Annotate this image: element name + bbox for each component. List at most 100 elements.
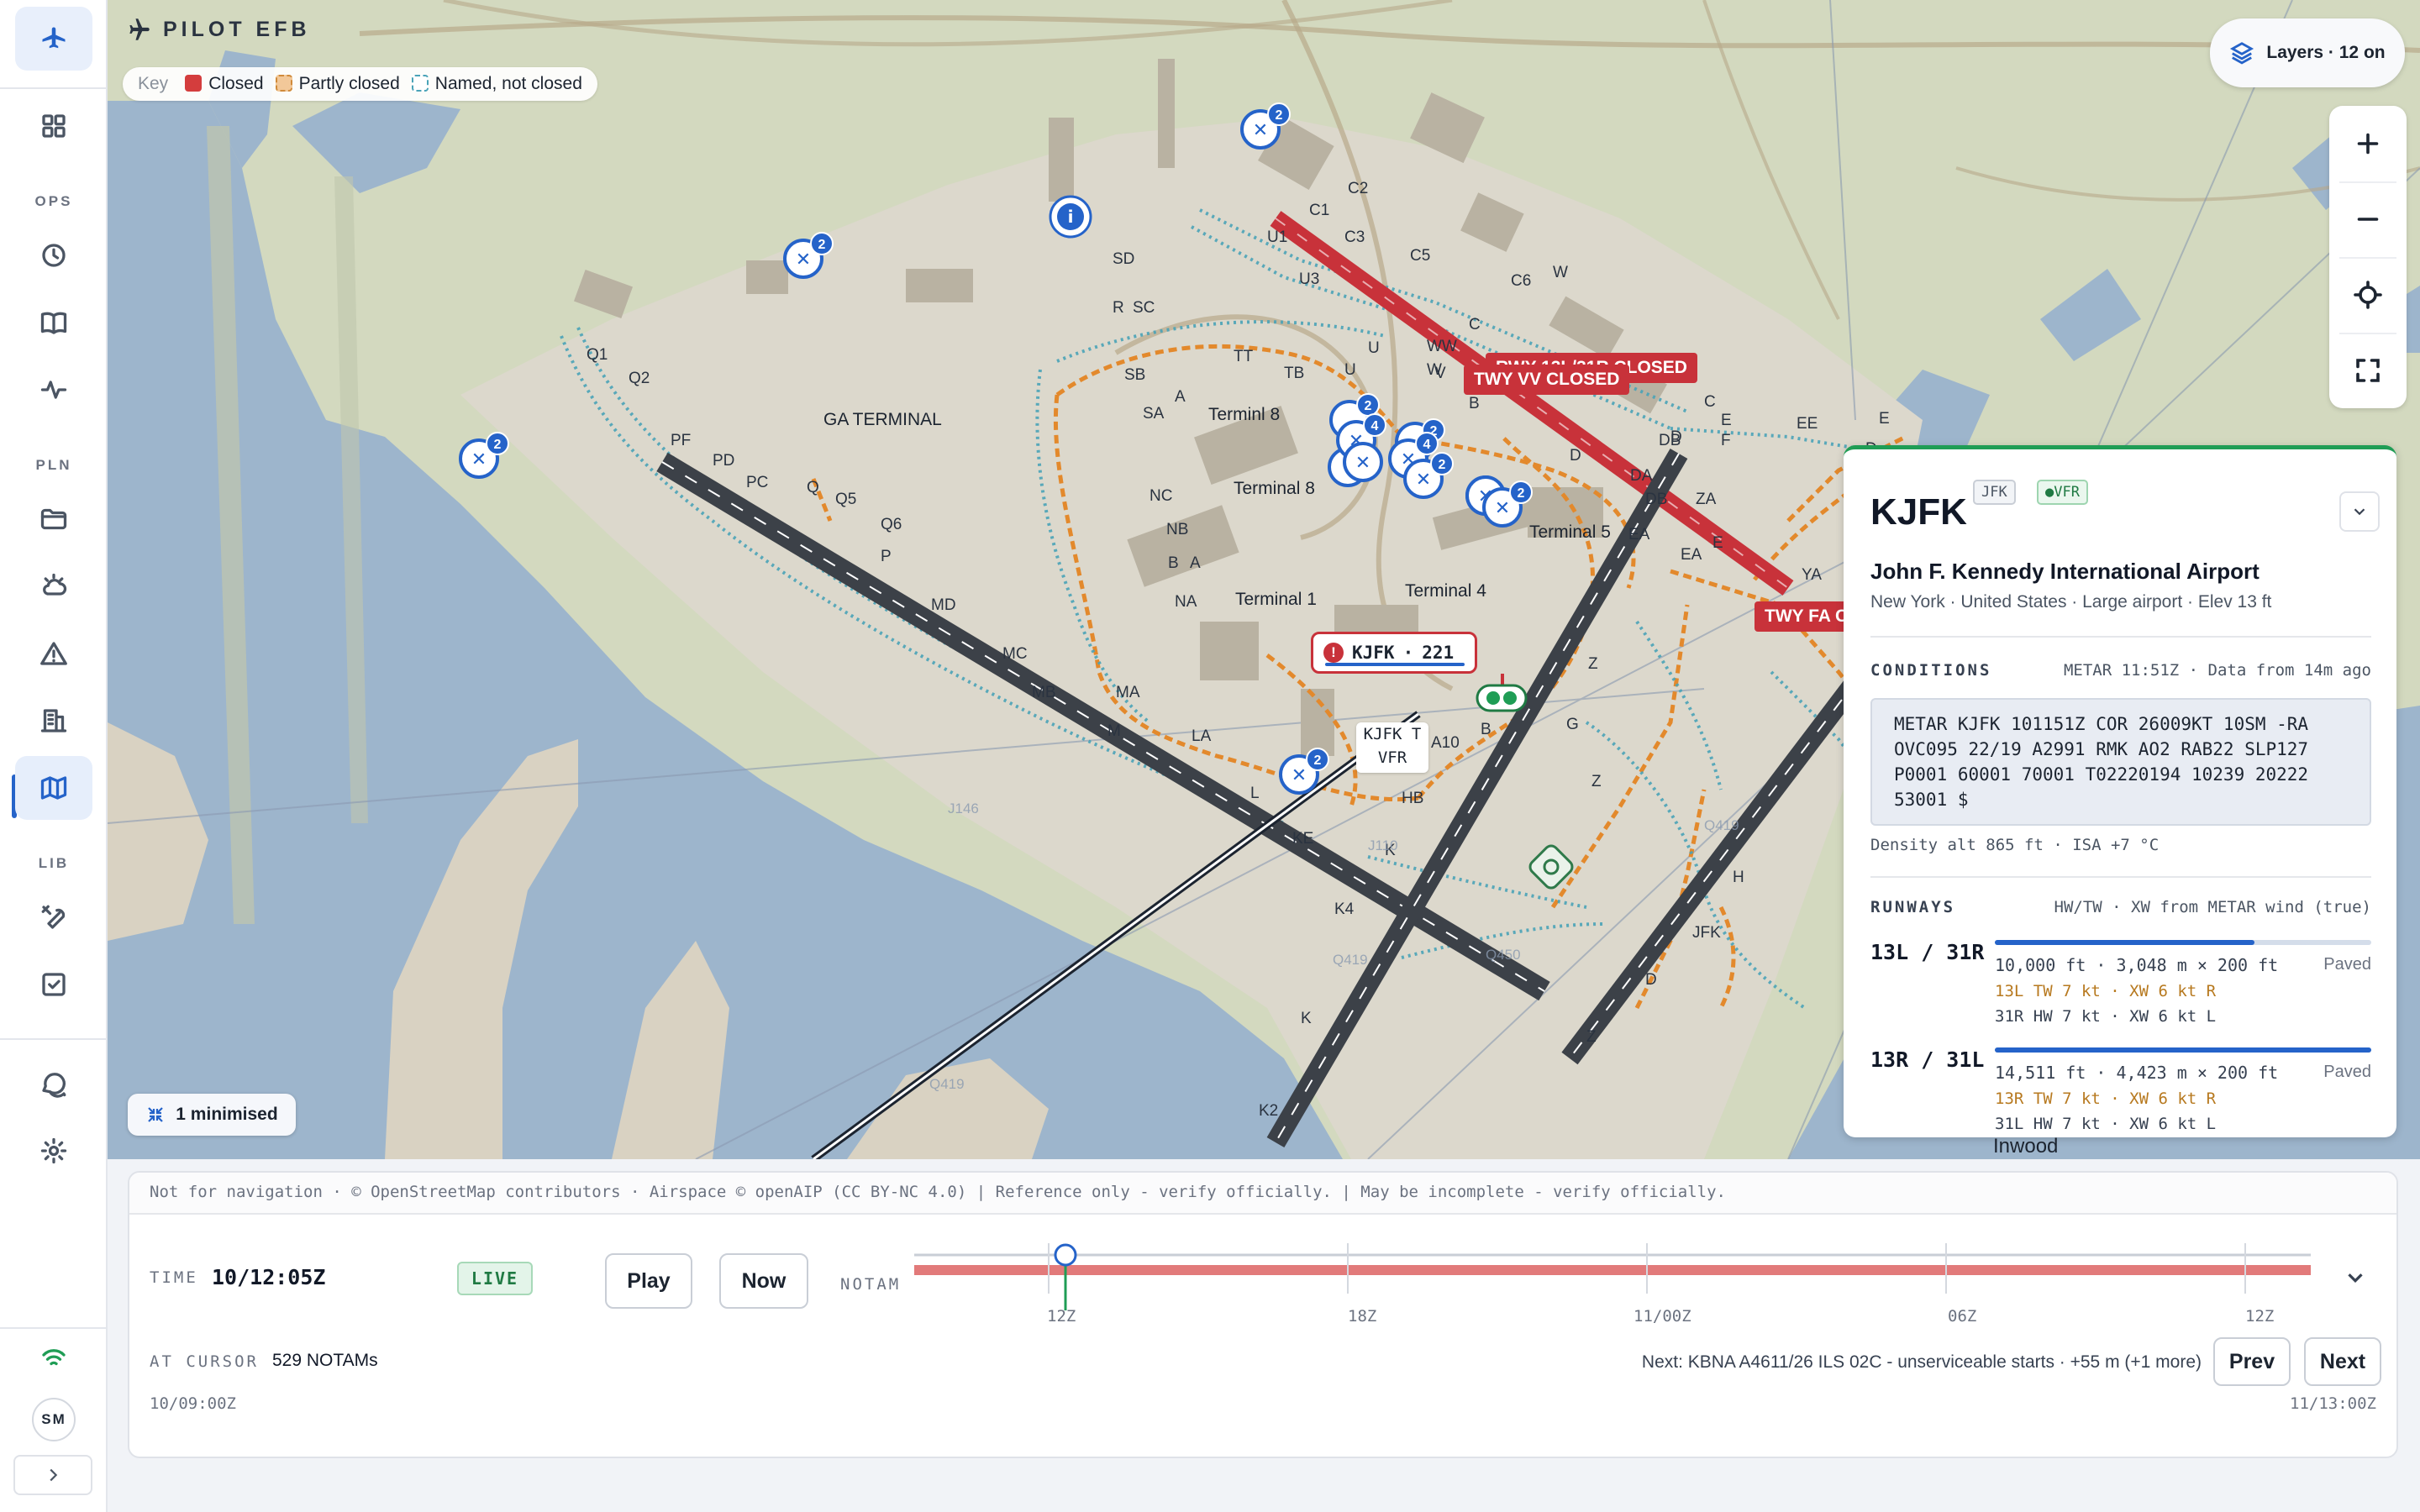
folder-icon[interactable] [15,487,92,551]
at-cursor-value: 529 NOTAMs [272,1351,378,1370]
svg-text:✕: ✕ [1292,765,1307,786]
svg-text:C1: C1 [1309,202,1329,219]
timeline-cursor-handle[interactable] [1054,1243,1077,1267]
key-partly-closed: Partly closed [275,74,400,94]
svg-text:WW: WW [1427,338,1457,355]
crosshair-icon [2354,281,2382,309]
locate-button[interactable] [2329,257,2407,333]
attribution-text: Not for navigation · © OpenStreetMap con… [129,1173,2396,1215]
plane-icon [129,18,150,40]
next-event-text: Next: KBNA A4611/26 ILS 02C - unservicea… [1641,1352,2202,1372]
section-pln: PLN [35,457,72,473]
activity-icon[interactable] [15,358,92,422]
minimised-panels-button[interactable]: 1 minimised [128,1094,296,1136]
callout-twy-vv-closed[interactable]: TWY VV CLOSED [1464,365,1630,395]
timeline-panel: Not for navigation · © OpenStreetMap con… [128,1171,2398,1458]
map-controls [2329,106,2407,408]
minimise-icon [148,1107,164,1122]
tick-label: 12Z [1047,1307,1076,1326]
airport-subtitle: New York · United States · Large airport… [1870,592,2272,612]
svg-text:SD: SD [1113,250,1134,268]
svg-text:U3: U3 [1299,270,1319,288]
svg-text:U1: U1 [1267,228,1287,246]
svg-text:K2: K2 [1259,1102,1278,1120]
flight-rules-badge: ●VFR [2037,480,2088,505]
svg-text:W: W [1553,264,1568,281]
weather-icon[interactable] [15,554,92,618]
chevron-down-icon [2354,508,2365,516]
key-closed: Closed [185,74,264,94]
notam-timeline[interactable] [914,1243,2326,1336]
svg-text:Terminl 8: Terminl 8 [1208,405,1280,424]
map-icon[interactable] [15,756,92,820]
svg-text:EA: EA [1628,526,1650,543]
svg-text:DB: DB [1645,491,1667,508]
tick-label: 12Z [2245,1307,2275,1326]
svg-text:G: G [1566,716,1579,733]
notam-count: 221 [1422,643,1455,663]
svg-text:JFK: JFK [1692,924,1721,942]
dashboard-icon[interactable] [15,94,92,158]
collapse-panel-button[interactable] [2339,491,2380,532]
runway-length-fill [1995,940,2255,945]
avatar[interactable]: SM [32,1398,76,1441]
tick-label: 18Z [1348,1307,1377,1326]
time-value: 10/12:05Z [212,1265,326,1289]
layers-label: Layers · 12 on [2266,43,2386,62]
svg-text:A: A [1190,554,1201,572]
chevron-right-icon [50,1468,58,1482]
density-altitude: Density alt 865 ft · ISA +7 °C [1870,836,2160,854]
now-button[interactable]: Now [719,1253,808,1309]
layers-button[interactable]: Layers · 12 on [2210,18,2405,87]
zoom-in-button[interactable] [2329,106,2407,181]
prev-button[interactable]: Prev [2213,1337,2291,1386]
svg-text:D: D [1670,428,1682,446]
airport-icao: KJFK [1870,491,1967,533]
svg-text:C3: C3 [1344,228,1365,246]
book-icon[interactable] [15,291,92,354]
svg-text:2: 2 [494,438,502,452]
range-start: 10/09:00Z [150,1394,236,1413]
tools-icon[interactable] [15,885,92,949]
section-ops: OPS [34,193,73,209]
svg-text:SB: SB [1124,366,1145,384]
svg-text:ZA: ZA [1696,491,1717,508]
layers-icon [2230,42,2254,65]
warning-icon[interactable] [15,622,92,685]
live-badge[interactable]: LIVE [457,1262,533,1295]
clock-icon[interactable] [15,223,92,287]
runways-label: RUNWAYS [1870,898,1956,916]
metar-text: METAR KJFK 101151Z COR 26009KT 10SM -RA … [1870,698,2371,826]
svg-text:✕: ✕ [796,249,811,270]
svg-text:NC: NC [1150,487,1172,505]
zoom-out-button[interactable] [2329,181,2407,257]
svg-text:E: E [1879,410,1890,428]
checklist-icon[interactable] [15,953,92,1016]
svg-text:U: U [1368,339,1380,357]
kjfk-vfr-tag[interactable]: KJFK T VFR [1356,722,1428,773]
svg-text:MA: MA [1116,684,1140,701]
svg-text:SC: SC [1133,299,1155,317]
next-button[interactable]: Next [2304,1337,2381,1386]
svg-text:NB: NB [1166,521,1188,538]
app-logo-plane-icon[interactable] [15,7,92,71]
svg-text:✕: ✕ [471,449,487,470]
svg-text:Q450: Q450 [1486,947,1521,963]
svg-text:Q5: Q5 [835,491,856,508]
svg-text:H: H [1733,869,1744,886]
conditions-meta: METAR 11:51Z · Data from 14m ago [2063,661,2371,680]
timeline-expand-button[interactable] [2343,1265,2371,1294]
play-button[interactable]: Play [605,1253,692,1309]
svg-text:TT: TT [1234,348,1254,365]
svg-text:Q419: Q419 [1704,817,1739,833]
chat-icon[interactable] [15,1052,92,1116]
gear-icon[interactable] [15,1119,92,1183]
kjfk-notam-tag[interactable]: ! KJFK · 221 [1311,632,1477,674]
svg-text:i: i [1068,207,1074,227]
info-marker[interactable]: i [1049,195,1092,239]
building-icon[interactable] [15,689,92,753]
svg-text:Terminal 8: Terminal 8 [1234,479,1315,498]
fullscreen-button[interactable] [2329,333,2407,408]
expand-sidebar-button[interactable] [13,1455,92,1495]
svg-text:J146: J146 [948,801,979,816]
